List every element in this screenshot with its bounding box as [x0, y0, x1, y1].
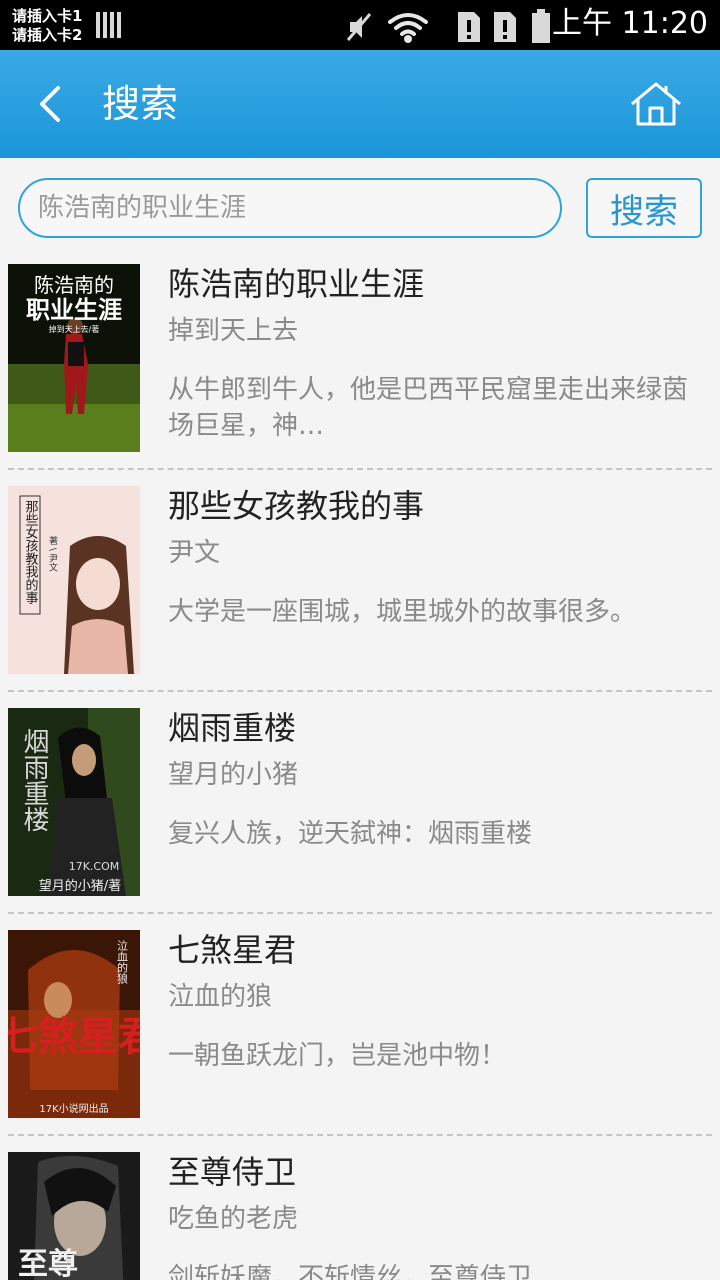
book-description: 一朝鱼跃龙门，岂是池中物！ [168, 1041, 507, 1071]
book-description: 大学是一座围城，城里城外的故事很多。 [168, 597, 637, 627]
book-cover: 至尊 [8, 1152, 140, 1280]
svg-text:烟雨重楼: 烟雨重楼 [19, 728, 49, 832]
sim1-warning-icon [458, 12, 480, 42]
list-item[interactable]: 七煞星君 泣血的狼 17K小说网出品 七煞星君 泣血的狼 一朝鱼跃龙门，岂是池中… [0, 930, 720, 1118]
list-item[interactable]: 烟雨重楼 17K.COM 望月的小猪/著 烟雨重楼 望月的小猪 复兴人族，逆天弑… [0, 708, 720, 896]
book-title: 七煞星君 [168, 931, 297, 969]
list-item[interactable]: 那些女孩教我的事 著 \ 尹文 那些女孩教我的事 尹文 大学是一座围城，城里城外… [0, 486, 720, 674]
book-author: 望月的小猪 [168, 760, 299, 790]
divider [8, 1134, 712, 1136]
book-title: 至尊侍卫 [168, 1153, 297, 1191]
divider [8, 690, 712, 692]
book-description: 从牛郎到牛人，他是巴西平民窟里走出来绿茵场巨星，神… [168, 375, 689, 441]
sim2-status: 请插入卡2 [12, 26, 83, 44]
book-cover: 烟雨重楼 17K.COM 望月的小猪/著 [8, 708, 140, 896]
book-cover: 七煞星君 泣血的狼 17K小说网出品 [8, 930, 140, 1118]
svg-text:职业生涯: 职业生涯 [26, 295, 122, 324]
book-title: 烟雨重楼 [168, 709, 297, 747]
book-description: 复兴人族，逆天弑神：烟雨重楼 [168, 819, 533, 849]
mute-icon [346, 13, 372, 41]
svg-text:至尊: 至尊 [18, 1247, 78, 1280]
battery-icon [532, 9, 550, 43]
book-description: 剑斩妖魔，不斩情丝，至尊侍卫 [168, 1263, 533, 1280]
search-button[interactable]: 搜索 [586, 178, 702, 238]
divider [8, 468, 712, 470]
book-author: 泣血的狼 [168, 982, 273, 1012]
book-title: 陈浩南的职业生涯 [168, 265, 425, 303]
svg-text:掉到天上去/著: 掉到天上去/著 [49, 324, 100, 334]
book-author: 吃鱼的老虎 [168, 1204, 299, 1234]
wifi-icon [388, 13, 428, 43]
status-bar: 请插入卡1 请插入卡2 上午 11:20 [0, 0, 720, 50]
divider [8, 912, 712, 914]
svg-text:望月的小猪/著: 望月的小猪/著 [39, 878, 121, 894]
search-input[interactable] [18, 178, 562, 238]
svg-text:17K.COM: 17K.COM [69, 860, 120, 873]
status-time: 上午 11:20 [552, 6, 708, 41]
list-item[interactable]: 陈浩南的 职业生涯 掉到天上去/著 陈浩南的职业生涯 掉到天上去 从牛郎到牛人，… [0, 264, 720, 452]
svg-text:17K小说网出品: 17K小说网出品 [39, 1102, 108, 1115]
book-cover: 那些女孩教我的事 著 \ 尹文 [8, 486, 140, 674]
sim-status: 请插入卡1 请插入卡2 [12, 7, 82, 45]
svg-text:泣血的狼: 泣血的狼 [116, 939, 129, 985]
title-bar: 搜索 [0, 50, 720, 158]
list-item[interactable]: 至尊 至尊侍卫 吃鱼的老虎 剑斩妖魔，不斩情丝，至尊侍卫 [0, 1152, 720, 1280]
book-author: 掉到天上去 [168, 316, 299, 346]
svg-text:那些女孩教我的事: 那些女孩教我的事 [23, 500, 39, 604]
system-status-icons [346, 9, 550, 43]
chevron-left-icon[interactable] [30, 78, 70, 130]
book-title: 那些女孩教我的事 [168, 487, 425, 525]
home-icon[interactable] [628, 80, 684, 128]
book-author: 尹文 [168, 538, 221, 568]
sim1-status: 请插入卡1 [12, 7, 83, 25]
sim2-warning-icon [494, 12, 516, 42]
page-title: 搜索 [102, 82, 179, 126]
book-cover: 陈浩南的 职业生涯 掉到天上去/著 [8, 264, 140, 452]
svg-text:七煞星君: 七煞星君 [8, 1013, 140, 1060]
svg-text:陈浩南的: 陈浩南的 [34, 273, 114, 297]
signal-icon [96, 12, 122, 38]
svg-text:著 \ 尹文: 著 \ 尹文 [47, 535, 58, 573]
